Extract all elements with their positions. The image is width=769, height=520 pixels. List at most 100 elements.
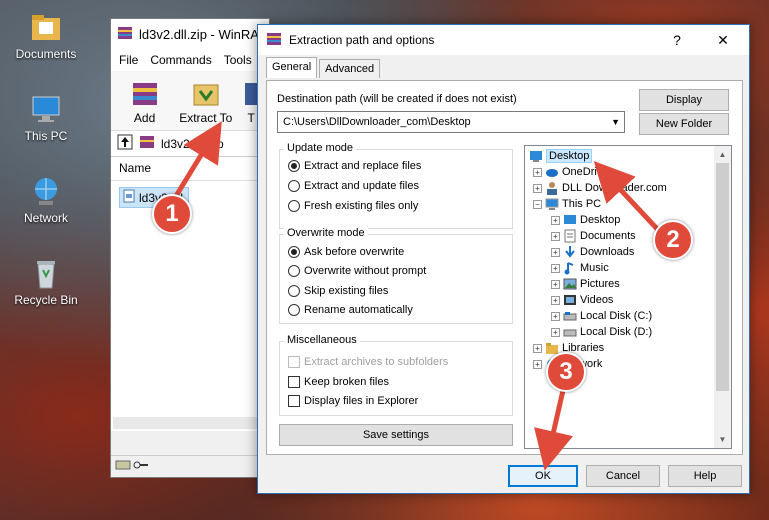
menu-file[interactable]: File: [119, 53, 138, 67]
chevron-down-icon[interactable]: ▼: [611, 117, 620, 127]
expand-icon[interactable]: +: [551, 279, 560, 289]
cloud-icon: [545, 165, 559, 179]
tab-advanced[interactable]: Advanced: [319, 59, 381, 78]
archive-add-icon: [129, 77, 161, 109]
option-skip-existing[interactable]: Skip existing files: [288, 285, 388, 297]
winrar-title: ld3v2.dll.zip - WinRAR: [139, 26, 269, 42]
checkbox[interactable]: [288, 395, 300, 407]
tree-item-dll-downloader[interactable]: + DLL Downloader.com: [533, 180, 667, 196]
tab-general[interactable]: General: [266, 57, 318, 78]
extract-to-button[interactable]: Extract To: [176, 77, 235, 125]
computer-icon: [545, 197, 559, 211]
expand-icon[interactable]: +: [533, 167, 542, 177]
extract-folder-icon: [190, 77, 222, 109]
tree-label: This PC: [562, 198, 602, 210]
expand-icon[interactable]: +: [551, 311, 560, 321]
option-extract-update[interactable]: Extract and update files: [288, 180, 419, 192]
desktop-icon-documents[interactable]: Documents: [6, 10, 86, 61]
folder-icon: [29, 10, 63, 44]
expand-icon[interactable]: +: [551, 231, 560, 241]
winrar-pathbar: ld3v2.dll.zip: [111, 131, 269, 157]
expand-icon[interactable]: +: [533, 343, 542, 353]
option-overwrite-without-prompt[interactable]: Overwrite without prompt: [288, 265, 426, 277]
option-label: Extract and update files: [304, 180, 419, 192]
desktop-icon-recycle-bin[interactable]: Recycle Bin: [6, 256, 86, 307]
tree-item-local-disk-d[interactable]: + Local Disk (D:): [551, 324, 652, 340]
collapse-icon[interactable]: −: [533, 199, 542, 209]
step-marker-1: 1: [152, 194, 192, 234]
radio[interactable]: [288, 180, 300, 192]
scroll-thumb[interactable]: [716, 163, 729, 391]
horizontal-scrollbar[interactable]: [113, 417, 267, 429]
update-mode-title: Update mode: [284, 142, 357, 154]
desktop-icon-network[interactable]: Network: [6, 174, 86, 225]
destination-path-field[interactable]: C:\Users\DllDownloader_com\Desktop ▼: [277, 111, 625, 133]
tree-item-onedrive[interactable]: + OneDrive: [533, 164, 608, 180]
destination-path-value: C:\Users\DllDownloader_com\Desktop: [283, 116, 471, 128]
option-ask-before[interactable]: Ask before overwrite: [288, 246, 404, 258]
ok-button[interactable]: OK: [508, 465, 578, 487]
scroll-down-icon[interactable]: ▼: [714, 431, 731, 448]
tree-item-downloads[interactable]: + Downloads: [551, 244, 634, 260]
expand-icon[interactable]: +: [533, 183, 542, 193]
expand-icon[interactable]: +: [551, 247, 560, 257]
desktop-folder-icon: [529, 149, 543, 163]
option-rename-automatically[interactable]: Rename automatically: [288, 304, 413, 316]
folder-tree[interactable]: Desktop + OneDrive + DLL Downloader.com …: [524, 145, 732, 449]
tree-label: Music: [580, 262, 609, 274]
save-settings-button[interactable]: Save settings: [279, 424, 513, 446]
tree-item-videos[interactable]: + Videos: [551, 292, 613, 308]
radio[interactable]: [288, 285, 300, 297]
radio[interactable]: [288, 265, 300, 277]
option-label: Rename automatically: [304, 304, 413, 316]
tree-item-music[interactable]: + Music: [551, 260, 609, 276]
option-label: Fresh existing files only: [304, 200, 419, 212]
desktop-icon-label: Documents: [15, 47, 77, 61]
expand-icon[interactable]: +: [551, 327, 560, 337]
tree-item-documents[interactable]: + Documents: [551, 228, 636, 244]
expand-icon[interactable]: +: [533, 359, 542, 369]
expand-icon[interactable]: +: [551, 263, 560, 273]
music-icon: [563, 261, 577, 275]
radio[interactable]: [288, 200, 300, 212]
option-keep-broken[interactable]: Keep broken files: [288, 376, 389, 388]
tree-item-pc-desktop[interactable]: + Desktop: [551, 212, 620, 228]
option-display-explorer[interactable]: Display files in Explorer: [288, 395, 418, 407]
winrar-toolbar: Add Extract To T: [111, 71, 269, 131]
option-label: Extract archives to subfolders: [304, 356, 449, 368]
menu-tools[interactable]: Tools: [224, 53, 252, 67]
tree-label: Local Disk (C:): [580, 310, 653, 322]
add-button[interactable]: Add: [119, 77, 170, 125]
radio[interactable]: [288, 304, 300, 316]
option-fresh-existing[interactable]: Fresh existing files only: [288, 200, 418, 212]
desktop-folder-icon: [563, 213, 577, 227]
radio-selected[interactable]: [288, 160, 300, 172]
tree-scrollbar[interactable]: ▲ ▼: [714, 146, 731, 448]
drive-icon: [563, 309, 577, 323]
close-button[interactable]: ✕: [703, 25, 743, 55]
expand-icon[interactable]: +: [551, 215, 560, 225]
winrar-titlebar[interactable]: ld3v2.dll.zip - WinRAR: [111, 19, 269, 49]
tree-item-local-disk-c[interactable]: + Local Disk (C:): [551, 308, 652, 324]
menu-commands[interactable]: Commands: [150, 53, 211, 67]
desktop-icon-this-pc[interactable]: This PC: [6, 92, 86, 143]
column-header-name[interactable]: Name: [111, 157, 269, 181]
destination-label: Destination path (will be created if doe…: [277, 93, 517, 105]
new-folder-button[interactable]: New Folder: [639, 113, 729, 135]
display-button[interactable]: Display: [639, 89, 729, 111]
scroll-up-icon[interactable]: ▲: [714, 146, 731, 163]
help-button[interactable]: Help: [668, 465, 742, 487]
checkbox[interactable]: [288, 376, 300, 388]
tree-item-pictures[interactable]: + Pictures: [551, 276, 620, 292]
option-extract-replace[interactable]: Extract and replace files: [288, 160, 421, 172]
dll-file-icon: [123, 189, 135, 206]
tree-item-this-pc[interactable]: − This PC: [533, 196, 601, 212]
expand-icon[interactable]: +: [551, 295, 560, 305]
cancel-button[interactable]: Cancel: [586, 465, 660, 487]
dialog-titlebar[interactable]: Extraction path and options ? ✕: [258, 25, 749, 55]
radio-selected[interactable]: [288, 246, 300, 258]
tree-item-desktop[interactable]: Desktop: [529, 148, 593, 164]
up-folder-icon[interactable]: [117, 134, 133, 153]
help-title-button[interactable]: ?: [657, 25, 697, 55]
tree-label: Desktop: [546, 149, 593, 163]
